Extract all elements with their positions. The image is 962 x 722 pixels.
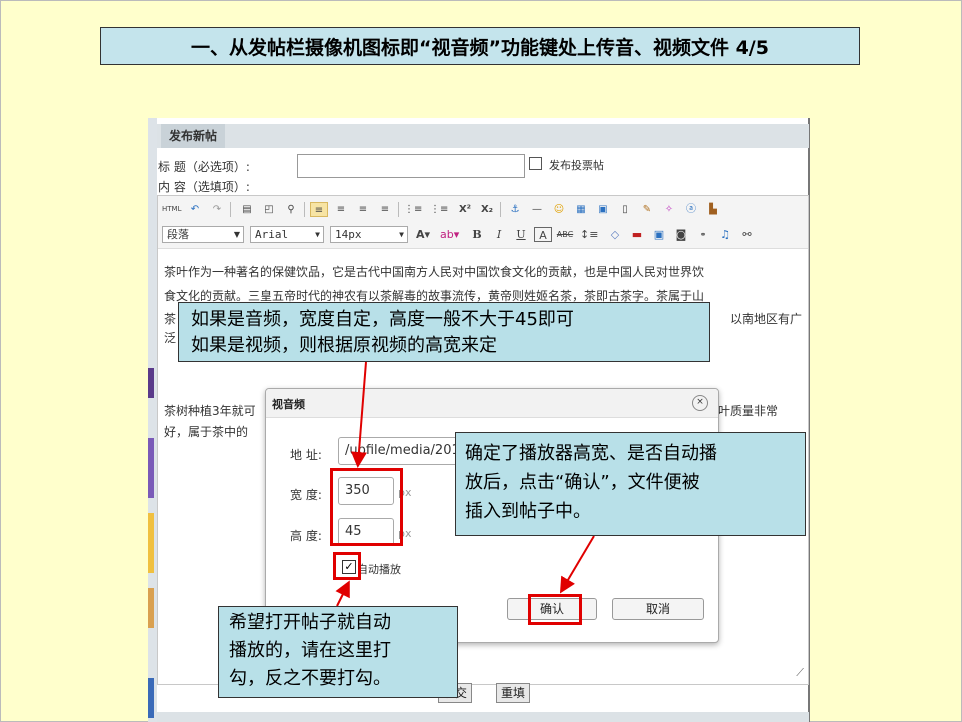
autoplay-callout-line: 希望打开帖子就自动 <box>229 612 391 633</box>
arrow-to-confirm <box>559 535 595 594</box>
confirm-callout: 确定了播放器高宽、是否自动播 放后，点击“确认”，文件便被 插入到帖子中。 <box>455 432 806 536</box>
size-callout-line: 如果是音频，宽度自定，高度一般不大于45即可 <box>191 309 574 330</box>
size-callout-line: 如果是视频，则根据原视频的高宽来定 <box>191 335 497 356</box>
arrow-to-size <box>350 361 367 468</box>
arrow-to-autoplay <box>335 580 350 607</box>
autoplay-callout-line: 播放的，请在这里打 <box>229 640 391 661</box>
confirm-callout-line: 插入到帖子中。 <box>465 501 591 522</box>
confirm-callout-line: 确定了播放器高宽、是否自动播 <box>465 443 717 464</box>
size-callout: 如果是音频，宽度自定，高度一般不大于45即可 如果是视频，则根据原视频的高宽来定 <box>178 302 710 362</box>
confirm-callout-line: 放后，点击“确认”，文件便被 <box>465 472 700 493</box>
autoplay-callout: 希望打开帖子就自动 播放的，请在这里打 勾，反之不要打勾。 <box>218 606 458 698</box>
autoplay-callout-line: 勾，反之不要打勾。 <box>229 668 391 689</box>
